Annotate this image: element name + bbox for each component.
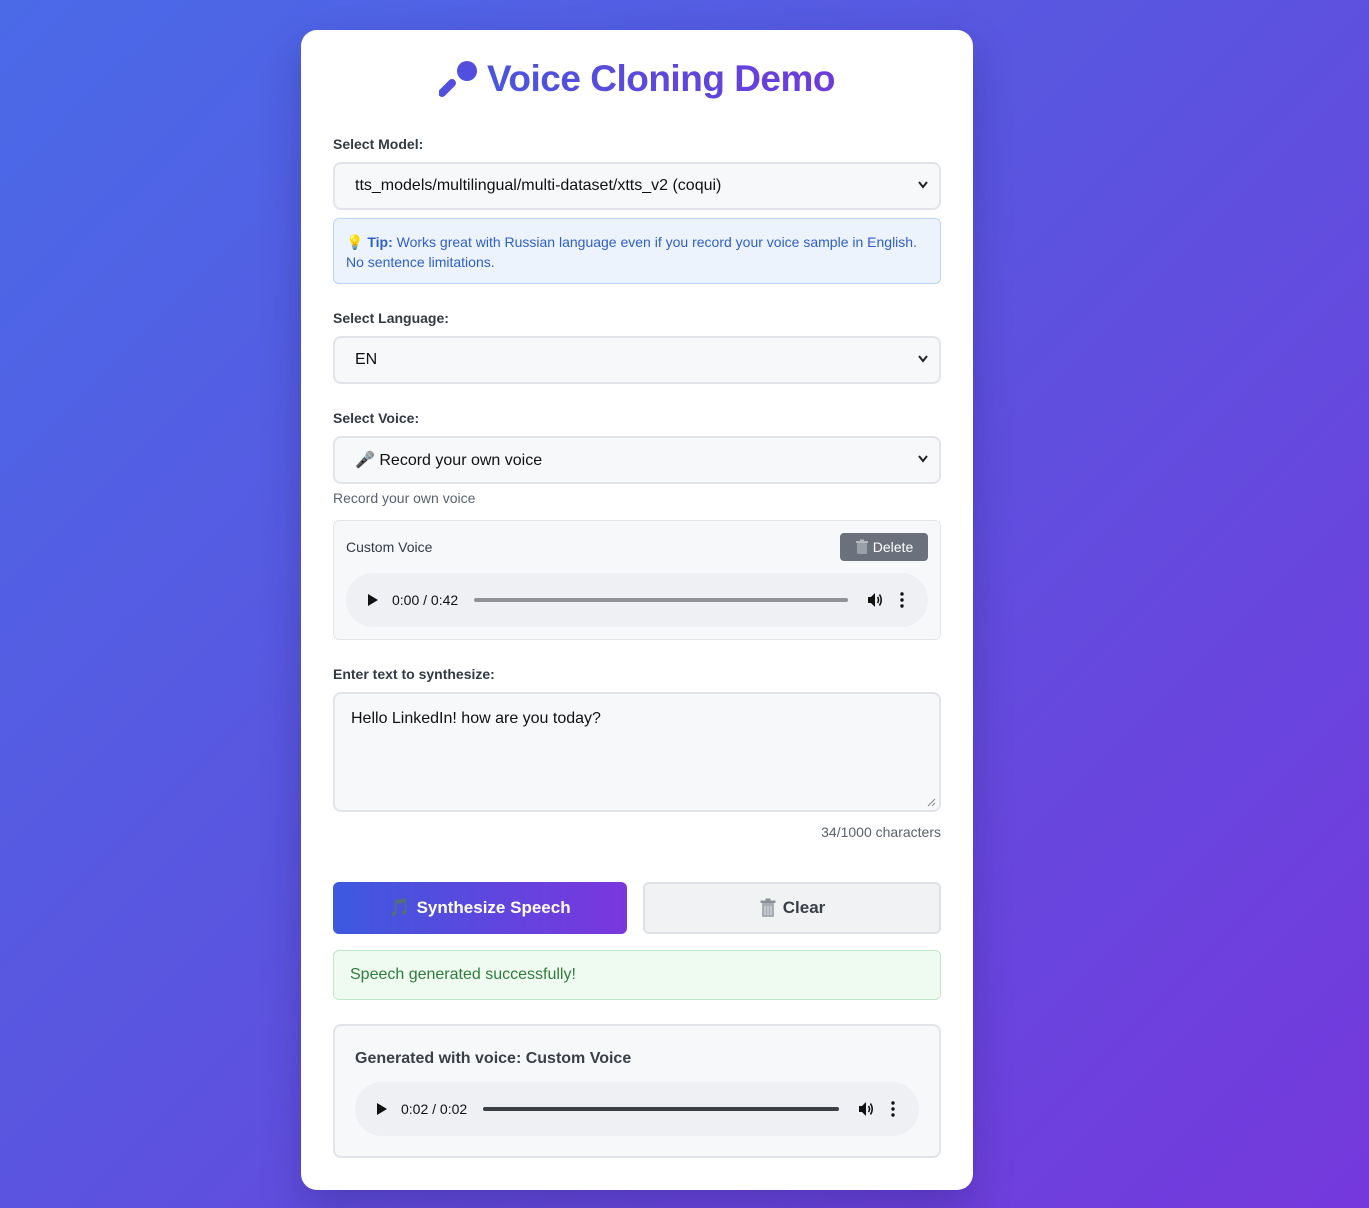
- language-label: Select Language:: [333, 310, 449, 326]
- voice-label: Select Voice:: [333, 410, 420, 426]
- synthesize-button[interactable]: 🎵 Synthesize Speech: [333, 882, 627, 934]
- voice-select[interactable]: 🎤 Record your own voice: [333, 436, 941, 484]
- voice-select-value: 🎤 Record your own voice: [355, 452, 543, 469]
- result-title: Generated with voice: Custom Voice: [355, 1050, 632, 1067]
- music-note-icon: 🎵: [389, 898, 411, 917]
- microphone-icon: [438, 61, 477, 97]
- audio-time: 0:00 / 0:42: [392, 592, 459, 608]
- model-select[interactable]: tts_models/multilingual/multi-dataset/xt…: [333, 162, 941, 210]
- audio-seek-bar[interactable]: [474, 598, 848, 602]
- language-select[interactable]: EN: [333, 336, 941, 384]
- tip-text: Works great with Russian language even i…: [346, 234, 917, 270]
- trash-icon: [855, 539, 868, 554]
- play-icon[interactable]: [366, 593, 380, 607]
- volume-icon[interactable]: [866, 591, 884, 609]
- lightbulb-icon: 💡: [346, 234, 364, 250]
- page-title: Voice Cloning Demo: [301, 58, 973, 100]
- custom-voice-label: Custom Voice: [346, 539, 433, 555]
- chevron-down-icon: [918, 355, 928, 363]
- play-icon[interactable]: [375, 1102, 389, 1116]
- custom-voice-panel: Custom Voice Delete 0:00 / 0:42: [333, 520, 941, 640]
- audio-seek-fill: [483, 1107, 839, 1111]
- language-select-value: EN: [355, 351, 378, 368]
- page-title-text: Voice Cloning Demo: [486, 58, 836, 99]
- volume-icon[interactable]: [857, 1100, 875, 1118]
- custom-voice-audio-player[interactable]: 0:00 / 0:42: [346, 573, 928, 627]
- tip-prefix: Tip:: [367, 234, 393, 250]
- voice-hint: Record your own voice: [333, 490, 476, 506]
- main-card: Voice Cloning Demo Select Model: tts_mod…: [301, 30, 973, 1190]
- clear-button[interactable]: Clear: [643, 882, 941, 934]
- model-select-value: tts_models/multilingual/multi-dataset/xt…: [355, 177, 722, 194]
- more-options-icon[interactable]: [900, 592, 904, 608]
- delete-button-label: Delete: [872, 539, 914, 555]
- synthesize-button-label: Synthesize Speech: [416, 898, 571, 917]
- delete-voice-button[interactable]: Delete: [840, 533, 928, 561]
- success-message: Speech generated successfully!: [333, 950, 941, 1000]
- model-label: Select Model:: [333, 136, 424, 152]
- character-counter: 34/1000 characters: [821, 824, 941, 840]
- result-panel: Generated with voice: Custom Voice 0:02 …: [333, 1024, 941, 1158]
- text-input-label: Enter text to synthesize:: [333, 666, 495, 682]
- chevron-down-icon: [918, 181, 928, 189]
- chevron-down-icon: [918, 455, 928, 463]
- audio-time: 0:02 / 0:02: [401, 1101, 468, 1117]
- tip-box: 💡 Tip: Works great with Russian language…: [333, 218, 941, 284]
- text-input-area[interactable]: Hello LinkedIn! how are you today?: [333, 692, 941, 812]
- more-options-icon[interactable]: [891, 1101, 895, 1117]
- clear-button-label: Clear: [782, 898, 826, 917]
- audio-seek-bar[interactable]: [483, 1107, 839, 1111]
- resize-handle-icon[interactable]: [927, 798, 936, 807]
- result-audio-player[interactable]: 0:02 / 0:02: [355, 1082, 919, 1136]
- text-input-value: Hello LinkedIn! how are you today?: [351, 710, 601, 727]
- trash-icon: [760, 898, 776, 917]
